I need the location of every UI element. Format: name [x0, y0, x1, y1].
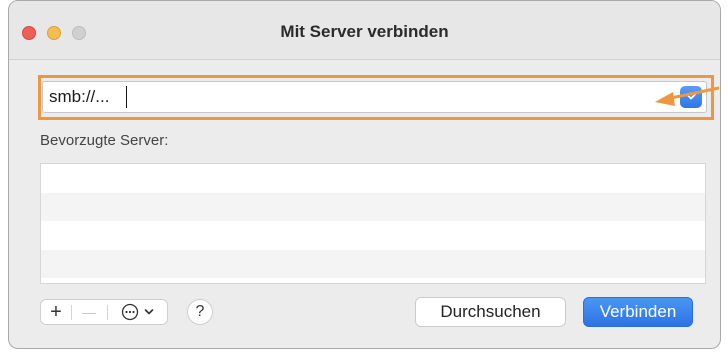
- browse-button[interactable]: Durchsuchen: [415, 297, 566, 327]
- help-button[interactable]: ?: [187, 299, 213, 325]
- text-caret: [126, 86, 127, 108]
- list-edit-controls: + —: [40, 299, 168, 325]
- arrow-left-icon: [655, 86, 719, 106]
- server-address-field[interactable]: [42, 81, 707, 113]
- server-address-input[interactable]: [49, 85, 669, 109]
- plus-icon: +: [50, 301, 62, 323]
- title-bar: Mit Server verbinden: [9, 1, 720, 60]
- connect-to-server-window: Mit Server verbinden Bevorzugte Server: …: [8, 0, 721, 349]
- more-actions-menu-button[interactable]: [107, 300, 167, 324]
- favorite-servers-list[interactable]: [40, 163, 706, 284]
- favorite-servers-label: Bevorzugte Server:: [40, 132, 169, 149]
- remove-server-button[interactable]: —: [71, 300, 107, 324]
- list-item[interactable]: [41, 164, 705, 193]
- connect-button[interactable]: Verbinden: [583, 297, 693, 327]
- ellipsis-circle-icon: [121, 303, 138, 321]
- chevron-down-icon: [144, 309, 153, 315]
- list-item[interactable]: [41, 221, 705, 250]
- list-item[interactable]: [41, 192, 705, 221]
- minus-icon: —: [82, 304, 96, 320]
- window-title: Mit Server verbinden: [280, 22, 449, 41]
- list-item[interactable]: [41, 249, 705, 278]
- add-server-button[interactable]: +: [41, 300, 71, 324]
